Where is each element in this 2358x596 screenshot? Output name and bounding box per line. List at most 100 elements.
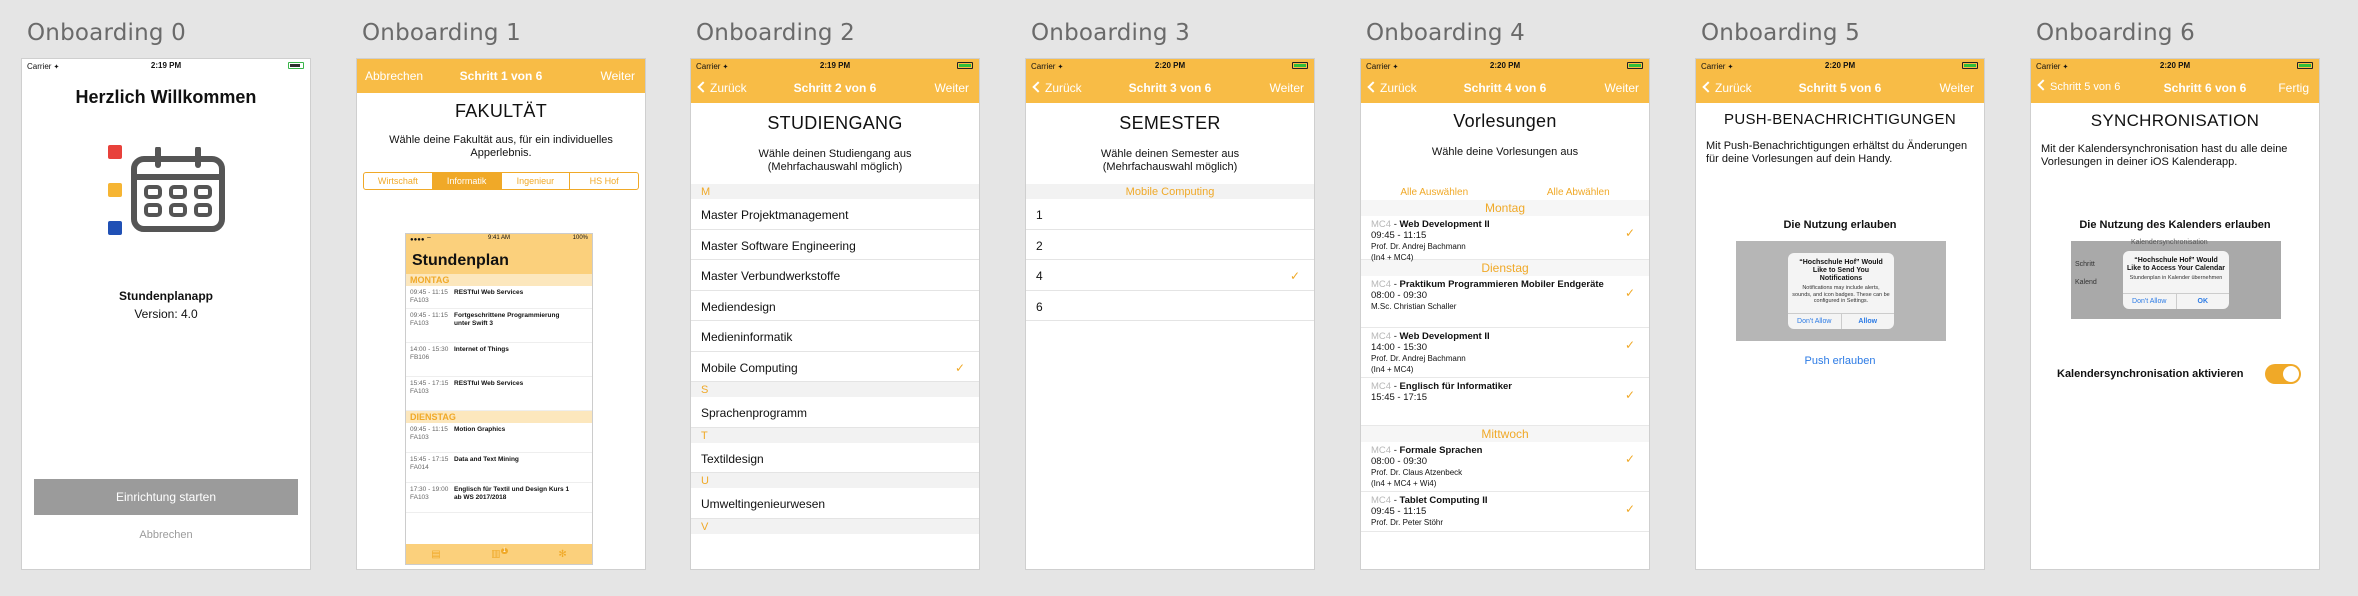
lecture-item[interactable]: MC4 - Praktikum Programmieren Mobiler En… [1361, 276, 1649, 328]
status-time: 2:20 PM [1154, 61, 1186, 70]
list-item-selected[interactable]: Mobile Computing ✓ [691, 352, 979, 382]
phone-frame: Carrier ✦ 2:20 PM Zurück Schritt 4 von 6 … [1360, 58, 1650, 570]
list-item[interactable]: Textildesign [691, 443, 979, 473]
book-icon: ▥ 1 [491, 548, 508, 560]
screen-onboarding-1: Onboarding 1 Abbrechen Schritt 1 von 6 W… [356, 0, 646, 596]
nav-bar: Zurück Schritt 3 von 6 Weiter [1026, 73, 1314, 103]
page-subtitle: Wähle deine Fakultät aus, für ein indivi… [389, 134, 613, 159]
nav-next-button[interactable]: Weiter [1940, 81, 1974, 95]
list-item[interactable]: Master Verbundwerkstoffe [691, 260, 979, 291]
calendar-sync-toggle[interactable] [2265, 364, 2301, 384]
status-bar: Carrier ✦ 2:19 PM [22, 59, 310, 73]
day-header: Montag [1361, 200, 1649, 216]
page-heading: SEMESTER [1119, 113, 1221, 133]
screen-title: Onboarding 0 [27, 20, 187, 46]
preview-time: 9:41 AM [487, 235, 510, 241]
screen-title: Onboarding 1 [362, 20, 522, 46]
checkmark-icon: ✓ [1624, 502, 1635, 516]
section-header: Mobile Computing [1026, 184, 1314, 199]
status-bar: Carrier ✦ 2:20 PM [1361, 59, 1649, 73]
screen-onboarding-2: Onboarding 2 Carrier ✦ 2:19 PM Zurück Sch… [690, 0, 980, 596]
page-subtitle: Wähle deinen Studiengang aus (Mehrfachaus… [758, 148, 912, 173]
checkmark-icon: ✓ [954, 360, 965, 375]
select-all-button[interactable]: Alle Auswählen [1400, 187, 1468, 198]
segment-hs-hof[interactable]: HS Hof [570, 173, 638, 189]
lecture-item[interactable]: MC4 - Web Development II 14:00 - 15:30 P… [1361, 328, 1649, 378]
list-item[interactable]: Mediendesign [691, 291, 979, 321]
battery-icon [288, 62, 304, 69]
list-item[interactable]: Master Projektmanagement [691, 199, 979, 230]
segment-wirtschaft[interactable]: Wirtschaft [364, 173, 433, 189]
alert-body: Stundenplan in Kalender übernehmen [2129, 275, 2223, 281]
page-heading: PUSH-BENACHRICHTIGUNGEN [1724, 111, 1956, 128]
bg-text: Kalendersynchronisation [2131, 239, 2208, 246]
section-header: T [691, 427, 979, 443]
lecture-item[interactable]: MC4 - Tablet Computing II 09:45 - 11:15 … [1361, 492, 1649, 532]
phone-frame: Carrier ✦ 2:19 PM Zurück Schritt 2 von 6 … [690, 58, 980, 570]
alert-dialog: “Hochschule Hof” Would Like to Access Yo… [2123, 251, 2229, 309]
nav-next-button[interactable]: Weiter [601, 69, 635, 83]
screen-title: Onboarding 4 [1366, 20, 1526, 46]
allow-push-button[interactable]: Push erlauben [1696, 355, 1984, 367]
page-text: Mit der Kalendersynchronisation hast du … [2041, 143, 2288, 168]
status-time: 2:20 PM [2159, 61, 2191, 70]
status-bar: Carrier ✦ 2:20 PM [1696, 59, 1984, 73]
nav-done-button[interactable]: Fertig [2278, 81, 2309, 95]
calendar-alert-image: Kalendersynchronisation Schritt Kalend “… [2071, 239, 2281, 319]
nav-next-button[interactable]: Weiter [935, 81, 969, 95]
nav-bar: Zurück Schritt 4 von 6 Weiter [1361, 73, 1649, 103]
status-bar: Carrier ✦ 2:20 PM [1026, 59, 1314, 73]
segment-ingenieur[interactable]: Ingenieur [502, 173, 571, 189]
nav-bar: Abbrechen Schritt 1 von 6 Weiter [357, 59, 645, 93]
lecture-item[interactable]: MC4 - Formale Sprachen 08:00 - 09:30 Pro… [1361, 442, 1649, 492]
screen-title: Onboarding 6 [2036, 20, 2196, 46]
deselect-all-button[interactable]: Alle Abwählen [1547, 187, 1610, 198]
lecture-item[interactable]: MC4 - Web Development II 09:45 - 11:15 P… [1361, 216, 1649, 262]
screen-onboarding-4: Onboarding 4 Carrier ✦ 2:20 PM Zurück Sch… [1360, 0, 1650, 596]
phone-frame: Carrier ✦ 2:19 PM Herzlich Willkommen Stu… [21, 58, 311, 570]
section-header: U [691, 473, 979, 488]
list-item[interactable]: 6 [1026, 291, 1314, 321]
page-heading: SYNCHRONISATION [2090, 111, 2260, 130]
phone-frame: Carrier ✦ 2:20 PM Zurück Schritt 5 von 6 … [1695, 58, 1985, 570]
alert-dialog: “Hochschule Hof” Would Like to Send You … [1788, 253, 1894, 329]
preview-title: Stundenplan [406, 244, 592, 274]
checkmark-icon: ✓ [1289, 269, 1300, 283]
page-subtitle: Wähle deinen Semester aus (Mehrfachauswah… [1100, 148, 1240, 173]
checkmark-icon: ✓ [1624, 388, 1635, 402]
app-name: Stundenplanapp [119, 289, 213, 303]
allow-heading: Die Nutzung erlauben [1783, 219, 1897, 231]
list-item-selected[interactable]: 4 ✓ [1026, 260, 1314, 291]
list-item[interactable]: 2 [1026, 230, 1314, 260]
nav-bar: Schritt 5 von 6 Schritt 6 von 6 Fertig [2031, 73, 2319, 103]
lecture-list: Montag MC4 - Web Development II 09:45 - … [1361, 200, 1649, 532]
start-setup-button[interactable]: Einrichtung starten [34, 479, 298, 515]
allow-heading: Die Nutzung des Kalenders erlauben [2079, 219, 2271, 231]
select-actions: Alle Auswählen Alle Abwählen [1361, 187, 1649, 198]
preview-row: 17:30 - 19:00 FA103Englisch für Textil un… [406, 483, 592, 513]
screen-onboarding-5: Onboarding 5 Carrier ✦ 2:20 PM Zurück Sch… [1695, 0, 1985, 596]
app-preview-image: ●●●● ⌔ 9:41 AM 100% Stundenplan MONTAG 0… [405, 233, 593, 565]
list-item[interactable]: Sprachenprogramm [691, 397, 979, 428]
page-heading: Vorlesungen [1453, 111, 1557, 131]
lecture-item[interactable]: MC4 - Englisch für Informatiker 15:45 - … [1361, 378, 1649, 426]
cancel-link[interactable]: Abbrechen [22, 529, 310, 541]
list-item[interactable]: Medieninformatik [691, 321, 979, 352]
list-item[interactable]: Master Software Engineering [691, 230, 979, 260]
alert-body: Notifications may include alerts, sounds… [1792, 285, 1890, 304]
alert-deny-button: Don't Allow [1788, 314, 1842, 329]
sync-toggle-label: Kalendersynchronisation aktivieren [2057, 368, 2244, 380]
preview-row: 09:45 - 11:15 FA103Fortgeschrittene Progr… [406, 309, 592, 343]
nav-next-button[interactable]: Weiter [1270, 81, 1304, 95]
alert-deny-button: Don't Allow [2123, 294, 2177, 309]
notification-alert-image: “Hochschule Hof” Would Like to Send You … [1736, 241, 1946, 341]
alert-allow-button: Allow [1858, 318, 1878, 325]
list-item[interactable]: Umweltingenieurwesen [691, 488, 979, 519]
status-time: 2:20 PM [1489, 61, 1521, 70]
list-item[interactable]: 1 [1026, 199, 1314, 230]
battery-icon [1962, 62, 1978, 69]
segment-informatik[interactable]: Informatik [432, 173, 502, 189]
chevron-left-icon [2037, 79, 2049, 91]
nav-next-button[interactable]: Weiter [1605, 81, 1639, 95]
battery-icon [1292, 62, 1308, 69]
